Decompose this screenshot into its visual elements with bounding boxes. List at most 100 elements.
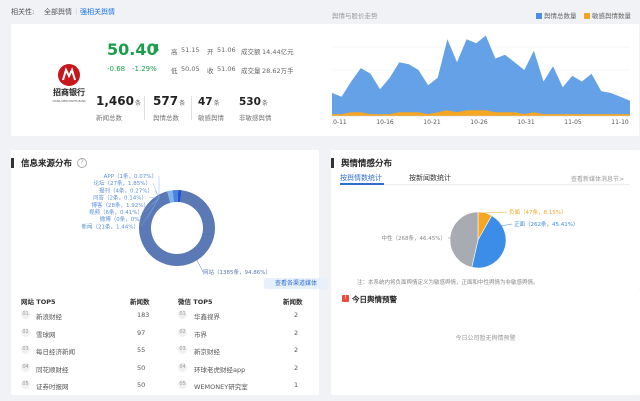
alert-card: [331, 290, 640, 395]
wechat-name[interactable]: 华鑫视界: [194, 311, 220, 321]
filter-all-opinions[interactable]: 全部舆情: [44, 7, 72, 17]
trend-chart-title: 舆情与股价走势: [332, 12, 378, 20]
donut-label: APP（1条，0.07%）: [104, 172, 157, 180]
wechat-count: 2: [294, 346, 299, 354]
sentiment-pie-chart: 负面（47条，8.15%） 正面（262条，45.41%） 中性（268条，46.4…: [382, 208, 578, 269]
website-name[interactable]: 新浪财经: [36, 311, 62, 321]
wechat-name[interactable]: 新京财经: [194, 346, 220, 356]
wechat-count: 2: [294, 328, 299, 337]
website-name[interactable]: 证券时报网: [36, 381, 69, 391]
website-top5-header: 网站 TOP5: [21, 298, 56, 306]
open-label: 开: [207, 48, 214, 56]
legend-sensitive[interactable]: 敏感舆情数量: [584, 10, 631, 20]
website-name[interactable]: 每日经济新闻: [36, 346, 75, 356]
high-label: 高: [171, 48, 178, 56]
divider: [144, 96, 145, 120]
rank-badge: 03: [21, 345, 30, 354]
tab-by-opinion[interactable]: 按舆情数统计: [340, 173, 382, 183]
donut-label: 论坛（27条，1.85%）: [94, 179, 151, 187]
wechat-count: 2: [294, 311, 299, 319]
rank-badge: 05: [21, 380, 30, 389]
prev-close-value: 51.06: [217, 65, 236, 73]
open-value: 51.06: [217, 46, 236, 54]
nonsensitive-count: 530条: [239, 96, 268, 108]
logo-en: CHINA MERCHANTS BANK: [52, 99, 86, 103]
sentiment-slice-中性: [449, 211, 479, 268]
website-name[interactable]: 雪球网: [36, 329, 56, 339]
wechat-name[interactable]: 环球老虎财经app: [194, 364, 245, 374]
news-count-label: 新闻总数: [96, 114, 122, 122]
sentiment-label: 中性（268条，46.45%）: [382, 234, 446, 242]
active-tab-indicator: [340, 183, 384, 185]
sentiment-note: 注：本系统内将负面舆情定义为敏感舆情，正面和中性舆情为非敏感舆情。: [357, 280, 539, 286]
relevance-label: 相关性:: [11, 8, 35, 16]
sentiment-label: 正面（262条，45.41%）: [514, 220, 578, 228]
title-bar: [11, 158, 14, 168]
source-distribution-card: 信息来源分布 ? APP（1条，0.07%） 论坛（27条，1.85%） 报刊（4条…: [11, 150, 328, 395]
rank-badge: 01: [178, 310, 187, 319]
donut-label: 新闻（21条，1.44%）: [82, 222, 139, 230]
rank-badge: 03: [178, 345, 187, 354]
donut-label: 视频（6条，0.41%）: [89, 208, 143, 216]
turnover-label: 成交额: [241, 48, 261, 56]
x-tick-label: 11-10: [611, 119, 629, 126]
website-count: 97: [137, 328, 146, 337]
divider: [191, 96, 192, 120]
x-tick-label: 10-21: [423, 119, 441, 126]
alert-empty-message: 今日公司暂无舆情预警: [455, 335, 516, 342]
donut-label: 博客（28条，1.92%）: [92, 201, 149, 209]
donut-label: 微博（0条，0%）: [100, 215, 145, 223]
opinion-trend-chart: 10-11 10-16 10-21 10-26 10-31 11-05 11-10: [332, 35, 630, 126]
x-tick-label: 10-31: [517, 119, 535, 126]
rank-badge: 04: [21, 362, 30, 372]
news-count: 1,460条: [96, 94, 141, 108]
low-value: 50.05: [181, 65, 200, 73]
wechat-name[interactable]: WEMONEY研究室: [194, 381, 248, 391]
donut-label: 网站（1385条，94.86%）: [203, 268, 271, 276]
sensitive-count-label: 敏感舆情: [198, 114, 224, 122]
title-bar: [331, 158, 334, 168]
website-count: 183: [137, 311, 150, 319]
low-label: 低: [171, 67, 178, 75]
opinion-count-label: 舆情总数: [153, 114, 179, 122]
wechat-count: 2: [294, 363, 299, 372]
wechat-top5-header: 微信 TOP5: [178, 298, 213, 306]
website-name[interactable]: 同花顺财经: [36, 364, 69, 374]
website-count-header: 新闻数: [130, 298, 150, 306]
donut-label: 问答（2条，0.14%）: [93, 194, 147, 202]
filter-strong-related[interactable]: 强相关舆情: [80, 7, 115, 17]
prev-close-label: 收: [207, 67, 214, 75]
rank-badge: 02: [178, 327, 187, 337]
volume-value: 28.62万手: [262, 67, 294, 75]
logo-text: 招商银行: [53, 87, 85, 97]
website-count: 55: [137, 346, 146, 354]
wechat-count-header: 新闻数: [283, 298, 303, 306]
x-tick-label: 10-11: [332, 119, 347, 126]
volume-label: 成交量: [241, 67, 261, 75]
website-count: 50: [137, 363, 146, 372]
nonsensitive-count-label: 非敏感舆情: [239, 114, 272, 122]
price-change: -0.68: [107, 65, 126, 73]
legend-total[interactable]: 舆情总数量: [536, 10, 577, 20]
wechat-name[interactable]: 市界: [194, 329, 207, 339]
tab-by-news[interactable]: 按新闻数统计: [409, 173, 451, 183]
view-all-channels-button[interactable]: 查看各渠道媒体: [264, 278, 328, 289]
view-media-link[interactable]: 查看新媒体消息节>: [571, 174, 624, 183]
turnover-value: 14.44亿元: [262, 48, 294, 56]
donut-label: 报刊（4条，0.27%）: [99, 186, 153, 194]
price-change-pct: -1.29%: [132, 65, 157, 73]
rank-badge: 02: [21, 327, 30, 337]
high-value: 51.15: [181, 46, 200, 54]
total-opinion-area: [332, 35, 630, 116]
down-arrow-icon: ⬇: [152, 42, 162, 55]
alert-title: 今日舆情预警: [352, 295, 397, 304]
x-tick-label: 10-26: [470, 119, 488, 126]
filter-divider: |: [75, 7, 78, 15]
rank-badge: 04: [178, 362, 187, 372]
stock-price: 50.40: [107, 40, 158, 59]
help-icon[interactable]: ?: [77, 158, 87, 168]
x-tick-label: 11-05: [564, 119, 582, 126]
opinion-count: 577条: [153, 94, 186, 108]
website-count: 50: [137, 381, 146, 389]
company-logo: 招商银行 CHINA MERCHANTS BANK: [52, 64, 86, 103]
